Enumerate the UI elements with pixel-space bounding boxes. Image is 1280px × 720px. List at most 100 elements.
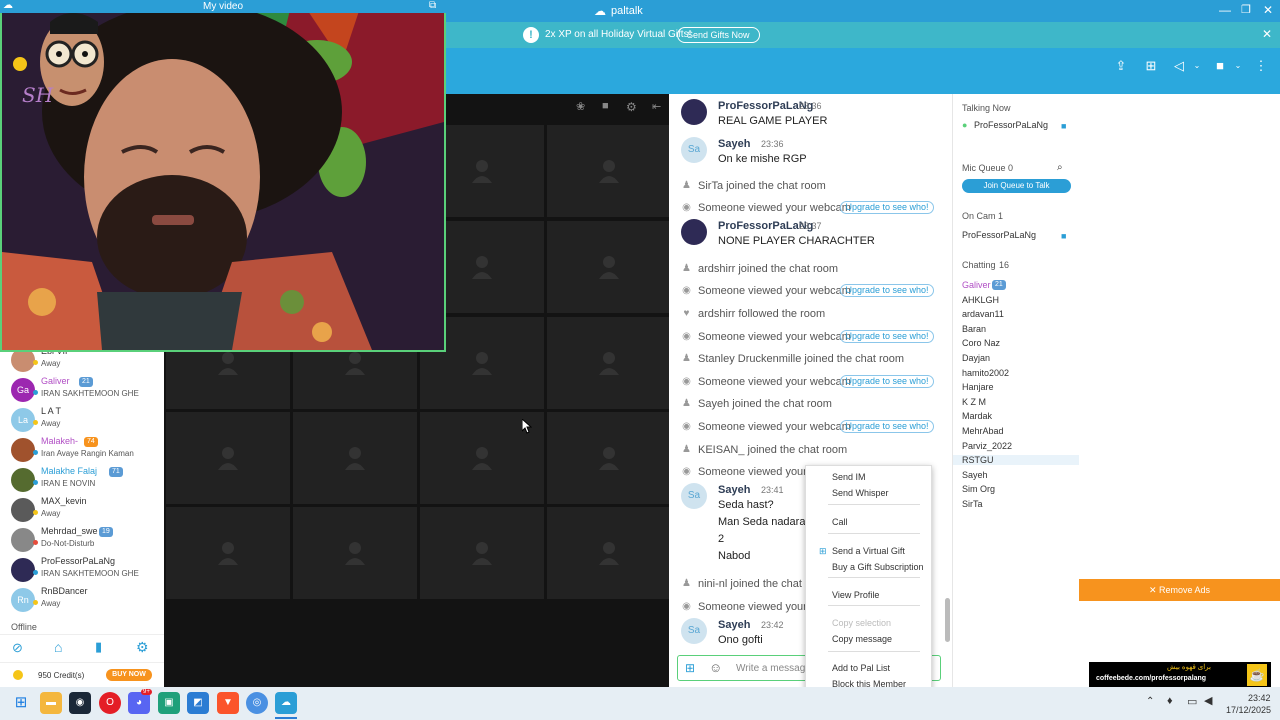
empty-video-slot[interactable] [547, 412, 671, 504]
popout-icon[interactable]: ⧉ [429, 0, 436, 11]
home-icon[interactable]: ⌂ [54, 639, 62, 655]
contact-list-item[interactable]: Malakeh- 74 Iran Avaye Rangin Kaman [0, 434, 164, 464]
context-menu-item[interactable]: Call [832, 517, 848, 527]
megaphone-icon[interactable]: ◁ [1169, 58, 1189, 74]
cam-user-name[interactable]: ProFessorPaLaNg [962, 230, 1036, 240]
context-menu-item[interactable]: View Profile [832, 590, 879, 600]
message-author[interactable]: Sayeh [718, 138, 750, 150]
empty-video-slot[interactable] [166, 507, 290, 599]
video-icon[interactable]: ■ [602, 100, 609, 112]
context-menu-item[interactable]: Buy a Gift Subscription [832, 562, 924, 572]
browser-icon[interactable]: ◎ [246, 692, 268, 714]
brave-icon[interactable]: ▼ [217, 692, 239, 714]
buy-now-button[interactable]: BUY NOW [106, 669, 152, 681]
empty-video-slot[interactable] [547, 125, 671, 217]
file-explorer-icon[interactable]: ▬ [40, 692, 62, 714]
context-menu-item[interactable]: Send IM [832, 472, 866, 482]
more-icon[interactable]: ⋮ [1251, 58, 1271, 74]
room-user-name[interactable]: Sim Org [962, 484, 995, 494]
room-user-name[interactable]: Hanjare [962, 382, 994, 392]
room-user-name[interactable]: Galiver [962, 280, 991, 290]
share-icon[interactable]: ⇪ [1111, 58, 1131, 74]
clock-date[interactable]: 17/12/2025 [1226, 705, 1271, 715]
ad-banner[interactable]: برای قهوه بیش coffeebede.com/professorpa… [1089, 662, 1271, 688]
context-menu-item[interactable]: Add to Pal List [832, 663, 890, 673]
restore-button[interactable]: ❐ [1241, 3, 1251, 16]
room-user-name[interactable]: RSTGU [953, 455, 1079, 466]
room-user-name[interactable]: AHKLGH [962, 295, 999, 305]
upgrade-button[interactable]: Upgrade to see who! [840, 201, 934, 214]
context-menu-item[interactable]: Copy message [832, 634, 892, 644]
contact-list-item[interactable]: Mehrdad_swe 19 Do-Not-Disturb [0, 524, 164, 554]
avatar[interactable] [681, 99, 707, 125]
search-icon[interactable]: ⌕ [1057, 162, 1063, 173]
room-user-name[interactable]: K Z M [962, 397, 986, 407]
room-user-name[interactable]: MehrAbad [962, 426, 1004, 436]
compass-icon[interactable]: ⊘ [12, 640, 23, 656]
windows-start-icon[interactable]: ⊞ [10, 692, 32, 714]
banner-close-icon[interactable]: ✕ [1262, 27, 1272, 41]
talker-name[interactable]: ProFessorPaLaNg [974, 120, 1048, 130]
clock-time[interactable]: 23:42 [1248, 693, 1271, 703]
contact-list-item[interactable]: Ga Galiver 21 IRAN SAKHTEMOON GHE [0, 374, 164, 404]
empty-video-slot[interactable] [547, 507, 671, 599]
empty-video-slot[interactable] [293, 507, 417, 599]
avatar[interactable] [681, 219, 707, 245]
contact-list-item[interactable]: ProFessorPaLaNg IRAN SAKHTEMOON GHE [0, 554, 164, 584]
empty-video-slot[interactable] [547, 317, 671, 409]
settings-icon[interactable]: ⚙ [136, 639, 149, 656]
join-queue-button[interactable]: Join Queue to Talk [962, 179, 1071, 193]
room-user-name[interactable]: hamito2002 [962, 368, 1009, 378]
avatar[interactable]: Sa [681, 618, 707, 644]
context-menu-item[interactable]: Send a Virtual Gift [832, 546, 905, 556]
stats-icon[interactable]: ▮ [95, 639, 102, 655]
message-input[interactable]: Write a messag [736, 663, 805, 674]
paltalk-taskbar-icon[interactable]: ☁ [275, 692, 297, 714]
mic-icon[interactable]: ♦ [1167, 695, 1173, 707]
upgrade-button[interactable]: Upgrade to see who! [840, 284, 934, 297]
upgrade-button[interactable]: Upgrade to see who! [840, 330, 934, 343]
room-user-name[interactable]: ardavan11 [962, 309, 1004, 319]
empty-video-slot[interactable] [420, 507, 544, 599]
send-gifts-button[interactable]: Send Gifts Now [677, 27, 760, 43]
my-video-window[interactable]: SH [0, 0, 446, 352]
room-user-name[interactable]: Baran [962, 324, 986, 334]
contact-list-item[interactable]: MAX_kevin Away [0, 494, 164, 524]
upgrade-button[interactable]: Upgrade to see who! [840, 375, 934, 388]
app-icon[interactable]: ◩ [187, 692, 209, 714]
discord-icon[interactable]: ◕ [128, 692, 150, 714]
paw-icon[interactable]: ❀ [576, 100, 585, 113]
emoji-icon[interactable]: ☺ [709, 660, 722, 675]
contact-list-item[interactable]: La L A T Away [0, 404, 164, 434]
message-author[interactable]: Sayeh [718, 484, 750, 496]
room-user-name[interactable]: Sayeh [962, 470, 988, 480]
collapse-icon[interactable]: ⇤ [652, 100, 661, 113]
close-button[interactable]: ✕ [1263, 3, 1273, 17]
room-user-name[interactable]: SirTa [962, 499, 983, 509]
room-user-name[interactable]: Dayjan [962, 353, 990, 363]
room-user-name[interactable]: Parviz_2022 [962, 441, 1012, 451]
chat-scrollbar[interactable] [945, 598, 950, 642]
avatar[interactable]: Sa [681, 137, 707, 163]
empty-video-slot[interactable] [293, 412, 417, 504]
volume-icon[interactable]: ◀ [1204, 694, 1212, 707]
empty-video-slot[interactable] [166, 412, 290, 504]
empty-video-slot[interactable] [547, 221, 671, 313]
gear-icon[interactable]: ⚙ [626, 100, 637, 114]
chevron-down-icon[interactable]: ⌄ [1187, 58, 1207, 74]
contact-list-item[interactable]: Malakhe Falaj 71 IRAN E NOVIN [0, 464, 164, 494]
camera-icon[interactable]: ■ [1210, 58, 1230, 74]
chevron-up-icon[interactable]: ⌃ [1146, 696, 1154, 707]
network-icon[interactable]: ▭ [1187, 695, 1197, 708]
room-user-name[interactable]: Coro Naz [962, 338, 1000, 348]
upgrade-button[interactable]: Upgrade to see who! [840, 420, 934, 433]
opera-icon[interactable]: O [99, 692, 121, 714]
context-menu-item[interactable]: Send Whisper [832, 488, 889, 498]
gift-icon[interactable]: ⊞ [1141, 58, 1161, 74]
gift-icon[interactable]: ⊞ [685, 661, 695, 675]
minimize-button[interactable]: — [1219, 3, 1231, 17]
avatar[interactable]: Sa [681, 483, 707, 509]
chevron-down-icon[interactable]: ⌄ [1228, 58, 1248, 74]
message-author[interactable]: Sayeh [718, 619, 750, 631]
room-user-name[interactable]: Mardak [962, 411, 992, 421]
